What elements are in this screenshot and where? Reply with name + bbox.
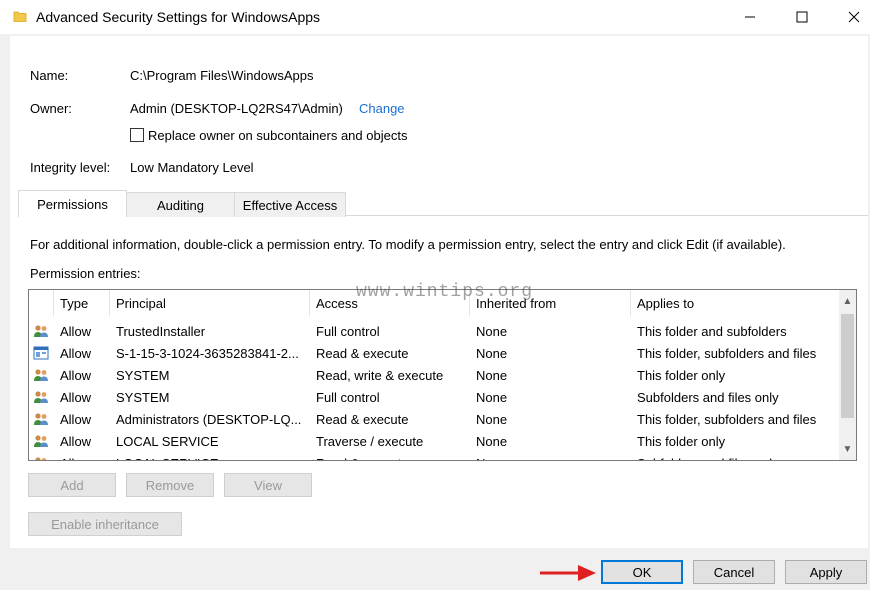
column-header-icon[interactable] [29,290,54,316]
red-arrow-icon [540,565,596,581]
maximize-button[interactable] [779,0,825,34]
row-applies-to: This folder and subfolders [637,323,787,339]
permission-row[interactable]: Allow LOCAL SERVICE Read & execute None Subf… [29,452,837,461]
tab-permissions[interactable]: Permissions [18,190,127,217]
minimize-button[interactable] [727,0,773,34]
row-access: Read & execute [316,345,409,361]
row-principal: SYSTEM [116,389,170,405]
integrity-label: Integrity level: [30,160,111,175]
permission-entries-list[interactable]: Type Principal Access Inherited from App… [28,289,857,461]
permission-row[interactable]: Allow LOCAL SERVICE Traverse / execute None… [29,430,837,452]
row-applies-to: This folder, subfolders and files [637,411,817,427]
maximize-icon [796,11,808,23]
title-bar: Advanced Security Settings for WindowsAp… [0,0,870,34]
row-inherited-from: None [476,389,508,405]
users-icon [33,389,49,405]
minimize-icon [745,16,755,18]
row-principal: LOCAL SERVICE [116,452,308,461]
integrity-value: Low Mandatory Level [130,160,254,175]
ok-button[interactable]: OK [601,560,683,584]
replace-owner-label[interactable]: Replace owner on subcontainers and objec… [148,128,407,143]
scroll-thumb[interactable] [841,314,854,418]
row-type: Allow [60,323,92,339]
name-label: Name: [30,68,69,83]
row-inherited-from: None [476,345,508,361]
row-inherited-from: None [476,452,628,461]
permission-row[interactable]: Allow Administrators (DESKTOP-LQ... Read &… [29,408,837,430]
row-type: Allow [60,411,92,427]
owner-value: Admin (DESKTOP-LQ2RS47\Admin) [130,101,343,116]
row-inherited-from: None [476,411,508,427]
row-type: Allow [60,345,92,361]
row-type: Allow [60,452,110,461]
row-type: Allow [60,433,92,449]
row-access: Read & execute [316,411,409,427]
row-principal: TrustedInstaller [116,323,206,339]
users-icon [33,433,49,449]
add-button[interactable]: Add [28,473,116,497]
users-icon [33,455,49,460]
row-applies-to: This folder, subfolders and files [637,345,817,361]
tab-auditing[interactable]: Auditing [126,192,235,217]
change-owner-link[interactable]: Change [359,101,405,116]
row-applies-to: Subfolders and files only [637,389,779,405]
row-type: Allow [60,367,92,383]
row-principal: S-1-15-3-1024-3635283841-2... [116,345,299,361]
permission-entries-label: Permission entries: [30,266,141,281]
users-icon [33,411,49,427]
row-principal: SYSTEM [116,367,170,383]
column-header-applies-to[interactable]: Applies to [631,290,837,316]
permissions-instructions: For additional information, double-click… [30,237,786,252]
folder-icon [13,11,27,22]
close-button[interactable] [831,0,870,34]
row-inherited-from: None [476,323,508,339]
row-access: Full control [316,323,380,339]
cancel-button[interactable]: Cancel [693,560,775,584]
users-icon [33,323,49,339]
list-scrollbar[interactable]: ▲ ▼ [839,290,856,460]
row-inherited-from: None [476,433,508,449]
row-access: Read & execute [316,452,468,461]
scroll-up-arrow[interactable]: ▲ [839,292,856,310]
row-principal: LOCAL SERVICE [116,433,219,449]
row-access: Full control [316,389,380,405]
permission-row[interactable]: Allow TrustedInstaller Full control None Thi… [29,320,837,342]
users-icon [33,367,49,383]
view-button[interactable]: View [224,473,312,497]
column-header-type[interactable]: Type [54,290,110,316]
row-access: Read, write & execute [316,367,444,383]
row-principal: Administrators (DESKTOP-LQ... [116,411,302,427]
enable-inheritance-button[interactable]: Enable inheritance [28,512,182,536]
scroll-down-arrow[interactable]: ▼ [839,440,856,458]
row-access: Traverse / execute [316,433,424,449]
permission-row[interactable]: Allow S-1-15-3-1024-3635283841-2... Read &… [29,342,837,364]
window-title: Advanced Security Settings for WindowsAp… [36,9,321,25]
remove-button[interactable]: Remove [126,473,214,497]
replace-owner-checkbox[interactable] [130,128,144,142]
row-applies-to: This folder only [637,367,726,383]
name-value: C:\Program Files\WindowsApps [130,68,314,83]
row-inherited-from: None [476,367,508,383]
tab-effective-access[interactable]: Effective Access [234,192,346,217]
permission-row[interactable]: Allow SYSTEM Full control None Subfolders an… [29,386,837,408]
app-package-icon [33,345,49,361]
row-applies-to: Subfolders and files only [637,452,837,461]
row-type: Allow [60,389,92,405]
apply-button[interactable]: Apply [785,560,867,584]
row-applies-to: This folder only [637,433,726,449]
permission-row[interactable]: Allow SYSTEM Read, write & execute None This… [29,364,837,386]
close-icon [848,11,860,23]
owner-label: Owner: [30,101,72,116]
column-header-principal[interactable]: Principal [110,290,310,316]
watermark-text: www.wintips.org [356,282,534,302]
